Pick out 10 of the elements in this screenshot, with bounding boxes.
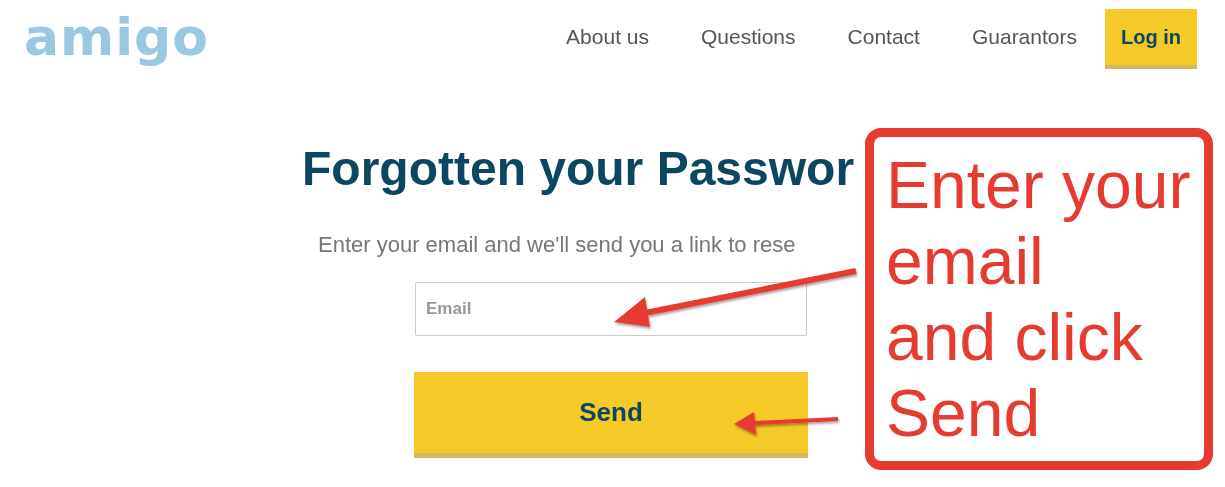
login-button[interactable]: Log in [1105, 9, 1197, 69]
send-button[interactable]: Send [414, 372, 808, 458]
nav-link[interactable]: Questions [675, 6, 822, 48]
email-field[interactable]: Email [415, 282, 807, 336]
nav-link[interactable]: Guarantors [945, 6, 1105, 48]
instruction-text: Enter your email and we'll send you a link to rese [318, 232, 796, 258]
nav-link[interactable]: About us [540, 6, 675, 48]
page-heading: Forgotten your Passwor [302, 141, 855, 197]
nav-link[interactable]: Contact [821, 6, 946, 48]
annotation-text: Enter your email and click Send [886, 147, 1192, 451]
